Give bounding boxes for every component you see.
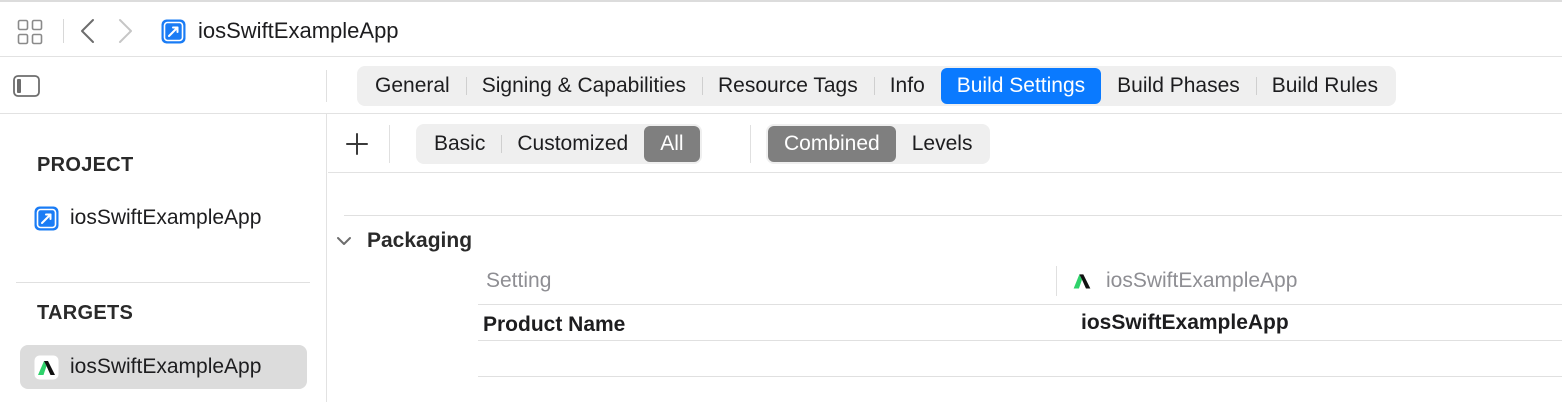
setting-name-product-name[interactable]: Product Name xyxy=(483,313,625,337)
xcode-project-icon xyxy=(161,19,186,44)
section-divider xyxy=(344,215,1562,216)
setting-value-product-name[interactable]: iosSwiftExampleApp xyxy=(1081,311,1289,335)
tab-signing-capabilities[interactable]: Signing & Capabilities xyxy=(465,68,702,104)
forward-chevron-icon[interactable] xyxy=(114,17,136,45)
chevron-down-icon[interactable] xyxy=(335,232,353,250)
sidebar-item-label: iosSwiftExampleApp xyxy=(70,355,262,378)
view-combined[interactable]: Combined xyxy=(768,126,896,162)
column-header-target: iosSwiftExampleApp xyxy=(1071,269,1297,293)
row-divider xyxy=(478,376,1562,377)
row-divider xyxy=(478,304,1562,305)
column-divider xyxy=(1056,266,1057,296)
view-levels[interactable]: Levels xyxy=(896,126,989,162)
toolbar-divider xyxy=(750,125,751,163)
tab-build-rules[interactable]: Build Rules xyxy=(1255,68,1394,104)
grid-icon[interactable] xyxy=(17,19,43,45)
app-target-icon xyxy=(34,355,59,379)
sidebar-toggle-icon[interactable] xyxy=(13,75,40,97)
window-toolbar: iosSwiftExampleApp xyxy=(0,0,1562,57)
tab-build-phases[interactable]: Build Phases xyxy=(1101,68,1256,104)
editor-tabs: General Signing & Capabilities Resource … xyxy=(357,66,1396,106)
sidebar-item-target[interactable]: iosSwiftExampleApp xyxy=(20,345,307,389)
packaging-section-title[interactable]: Packaging xyxy=(367,229,472,253)
editor-tab-bar: General Signing & Capabilities Resource … xyxy=(0,58,1562,114)
back-chevron-icon[interactable] xyxy=(77,17,99,45)
build-settings-filter-bar: Basic Customized All Combined Levels xyxy=(328,114,1562,173)
toolbar-divider xyxy=(389,125,390,163)
scope-segmented-control: Basic Customized All xyxy=(416,124,702,164)
app-target-icon xyxy=(1073,274,1091,289)
project-section-heading: PROJECT xyxy=(37,154,134,176)
view-segmented-control: Combined Levels xyxy=(766,124,991,164)
tab-build-settings[interactable]: Build Settings xyxy=(940,68,1102,104)
scope-all[interactable]: All xyxy=(644,126,700,162)
toolbar-divider xyxy=(63,19,64,43)
project-navigator-sidebar: PROJECT iosSwiftExampleApp TARGETS iosSw… xyxy=(0,114,327,402)
column-header-setting: Setting xyxy=(486,269,552,292)
row-divider xyxy=(478,340,1562,341)
targets-section-heading: TARGETS xyxy=(37,302,134,324)
tab-resource-tags[interactable]: Resource Tags xyxy=(702,68,874,104)
xcode-project-icon xyxy=(34,206,59,230)
sidebar-item-label: iosSwiftExampleApp xyxy=(70,206,262,229)
tab-info[interactable]: Info xyxy=(873,68,941,104)
window-title: iosSwiftExampleApp xyxy=(198,18,399,43)
scope-basic[interactable]: Basic xyxy=(418,126,501,162)
scope-customized[interactable]: Customized xyxy=(501,126,644,162)
add-icon[interactable] xyxy=(344,131,370,157)
sidebar-divider xyxy=(16,282,310,283)
sidebar-item-project[interactable]: iosSwiftExampleApp xyxy=(20,196,307,240)
sidebar-divider xyxy=(326,70,327,102)
tab-general[interactable]: General xyxy=(359,68,466,104)
column-header-target-label: iosSwiftExampleApp xyxy=(1106,269,1298,292)
